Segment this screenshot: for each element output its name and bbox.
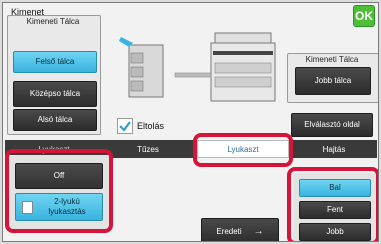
separator-page-button[interactable]: Elválasztó oldal [291, 113, 373, 137]
offset-label: Eltolás [137, 121, 165, 131]
highlight-tab-punch [193, 133, 293, 167]
arrow-right-icon: → [253, 225, 264, 237]
tray-button-upper[interactable]: Felső tálca [13, 51, 97, 73]
highlight-position-options [287, 167, 378, 241]
tab-staple[interactable]: Tűzes [103, 140, 193, 158]
finisher-illustration [119, 37, 164, 98]
original-label: Eredeti [216, 226, 242, 236]
tray-button-right[interactable]: Jobb tálca [295, 67, 371, 95]
checkmark-icon [119, 121, 131, 132]
highlight-punch-options [5, 149, 113, 233]
printer-illustration [119, 32, 276, 102]
machine-preview [115, 23, 285, 111]
offset-checkbox[interactable] [117, 118, 133, 134]
output-tray-label-right: Kimeneti Tálca [305, 55, 359, 64]
copier-illustration [174, 32, 276, 102]
original-button[interactable]: Eredeti → [201, 218, 279, 241]
tray-button-lower[interactable]: Alsó tálca [13, 109, 97, 131]
tab-fold[interactable]: Hajtás [291, 140, 377, 158]
output-settings-screen: Kimenet OK Kimeneti Tálca Felső tálca Kö… [2, 2, 379, 242]
tray-button-middle[interactable]: Középso tálca [13, 81, 97, 107]
output-tray-label-left: Kimeneti Tálca [26, 17, 80, 26]
ok-button[interactable]: OK [353, 5, 375, 27]
